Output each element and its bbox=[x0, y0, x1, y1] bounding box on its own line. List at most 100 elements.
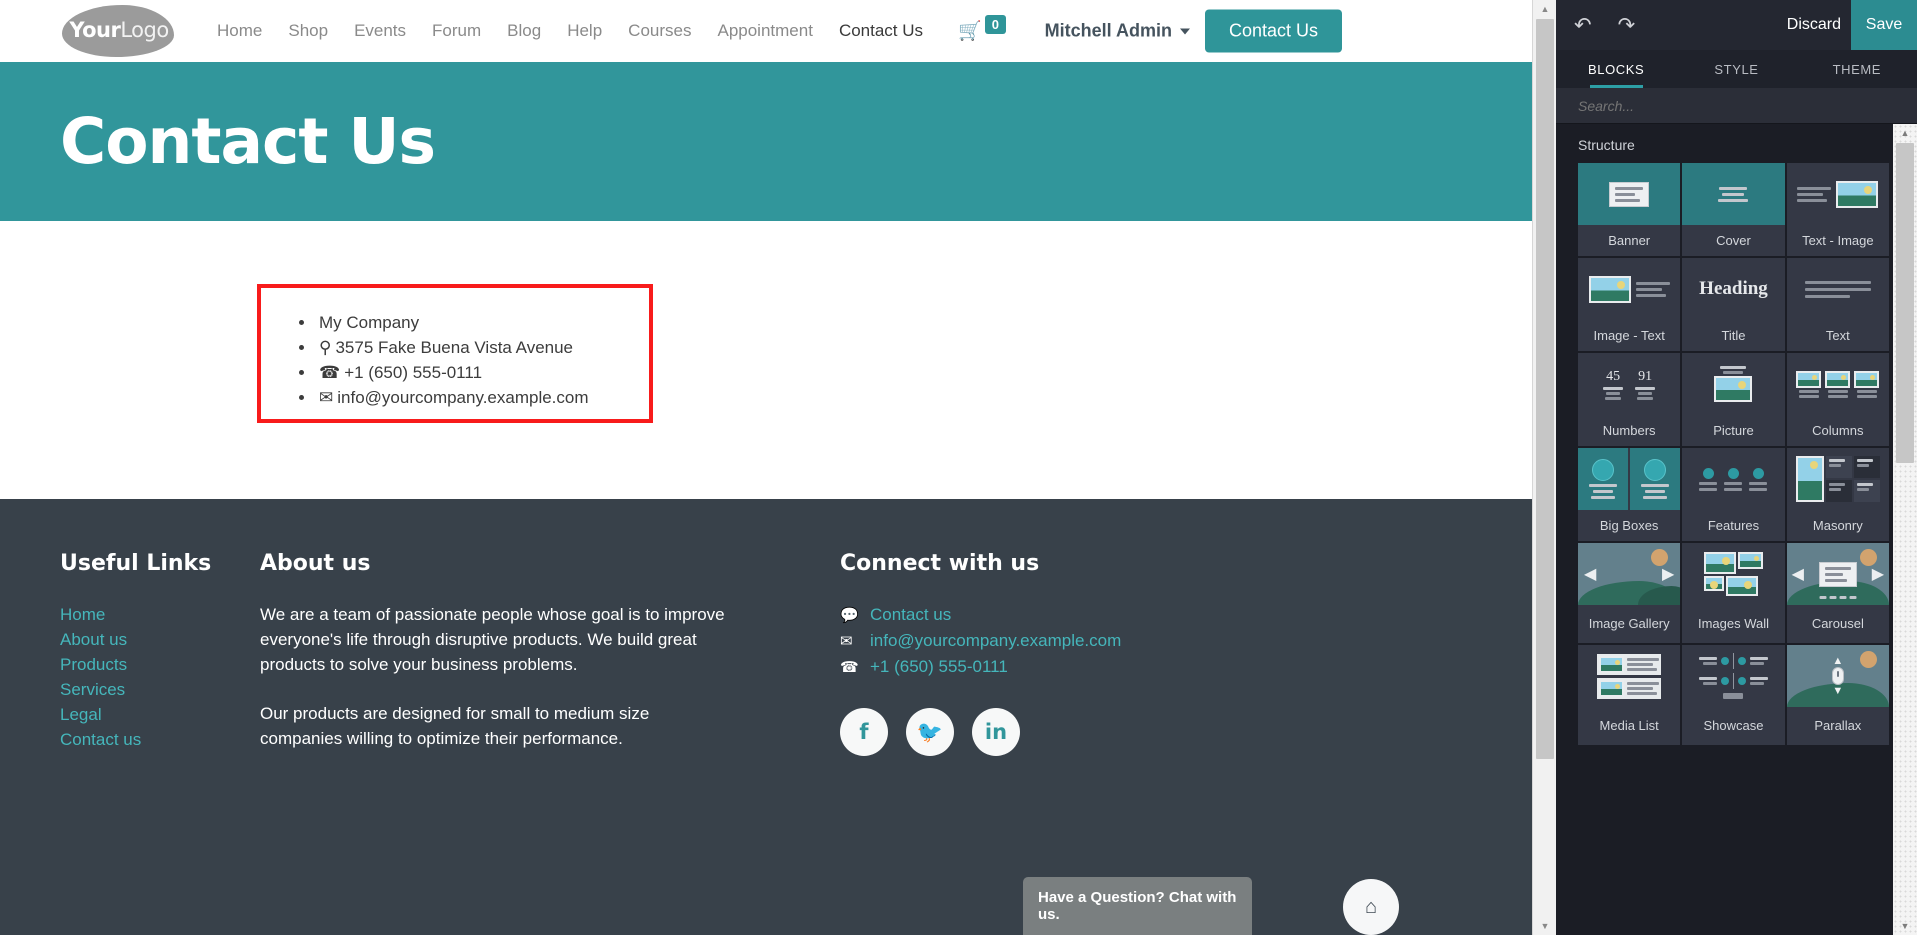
panel-scrollbar[interactable]: ▲ ▼ bbox=[1893, 124, 1917, 935]
panel-scrollbar-up-arrow-icon[interactable]: ▲ bbox=[1893, 124, 1917, 142]
nav-item-forum[interactable]: Forum bbox=[419, 13, 494, 49]
block-features[interactable]: Features bbox=[1682, 448, 1785, 541]
footer-link-legal[interactable]: Legal bbox=[60, 702, 260, 727]
block-big-boxes[interactable]: Big Boxes bbox=[1578, 448, 1681, 541]
block-thumbnail bbox=[1787, 353, 1889, 415]
nav-item-shop[interactable]: Shop bbox=[275, 13, 341, 49]
footer-link-home[interactable]: Home bbox=[60, 602, 260, 627]
block-masonry[interactable]: Masonry bbox=[1786, 448, 1889, 541]
carousel-prev-arrow-icon[interactable]: ◀ bbox=[1792, 564, 1804, 584]
nav-item-help[interactable]: Help bbox=[554, 13, 615, 49]
footer-phone-link[interactable]: +1 (650) 555-0111 bbox=[870, 654, 1008, 679]
block-showcase[interactable]: Showcase bbox=[1682, 645, 1785, 745]
gallery-prev-arrow-icon[interactable]: ◀ bbox=[1584, 564, 1596, 584]
block-thumbnail: ◀ ▶ bbox=[1578, 543, 1681, 605]
site-logo[interactable]: YourLogo bbox=[62, 3, 180, 59]
footer-link-about-us[interactable]: About us bbox=[60, 627, 260, 652]
site-navbar: YourLogo Home Shop Events Forum Blog Hel… bbox=[0, 0, 1532, 62]
site-footer: Useful Links Home About us Products Serv… bbox=[0, 499, 1532, 935]
block-thumbnail bbox=[1787, 448, 1889, 510]
chat-widget-button[interactable]: Have a Question? Chat with us. bbox=[1023, 877, 1252, 935]
block-cover[interactable]: Cover bbox=[1682, 163, 1785, 256]
block-thumbnail bbox=[1787, 163, 1889, 225]
block-thumbnail: ◀ ▶ bbox=[1786, 543, 1889, 605]
footer-link-products[interactable]: Products bbox=[60, 652, 260, 677]
main-menu: Home Shop Events Forum Blog Help Courses… bbox=[204, 13, 936, 49]
nav-item-blog[interactable]: Blog bbox=[494, 13, 554, 49]
numbers-value-a: 45 bbox=[1606, 368, 1621, 384]
medialist-glyph-icon bbox=[1597, 653, 1662, 699]
numbers-value-b: 91 bbox=[1638, 368, 1653, 384]
footer-email-row: ✉ info@yourcompany.example.com bbox=[840, 628, 1280, 654]
features-glyph-icon bbox=[1699, 467, 1768, 491]
block-label: Text bbox=[1825, 327, 1850, 343]
search-input[interactable] bbox=[1578, 97, 1884, 114]
panel-scrollbar-down-arrow-icon[interactable]: ▼ bbox=[1893, 917, 1917, 935]
tab-style[interactable]: STYLE bbox=[1676, 50, 1796, 88]
footer-contact-us-link[interactable]: Contact us bbox=[870, 602, 951, 627]
block-thumbnail bbox=[1578, 448, 1681, 510]
masonry-glyph-icon bbox=[1795, 456, 1880, 502]
block-text-image[interactable]: Text - Image bbox=[1786, 163, 1889, 256]
user-menu[interactable]: Mitchell Admin bbox=[1045, 21, 1190, 42]
nav-item-events[interactable]: Events bbox=[341, 13, 419, 49]
list-item: ✉info@yourcompany.example.com bbox=[316, 385, 649, 410]
blocks-section-title-structure: Structure bbox=[1578, 137, 1635, 153]
shopping-cart-icon: 🛒 bbox=[958, 21, 982, 42]
redo-icon[interactable]: ↷ bbox=[1618, 15, 1636, 36]
block-images-wall[interactable]: Images Wall bbox=[1682, 543, 1785, 643]
twitter-icon[interactable]: 🐦 bbox=[906, 708, 954, 756]
nav-item-contact-us[interactable]: Contact Us bbox=[826, 13, 936, 49]
navbar-contact-us-button[interactable]: Contact Us bbox=[1204, 9, 1342, 53]
facebook-icon[interactable]: f bbox=[840, 708, 888, 756]
nav-item-home[interactable]: Home bbox=[204, 13, 275, 49]
nav-item-appointment[interactable]: Appointment bbox=[704, 13, 825, 49]
block-banner[interactable]: Banner bbox=[1578, 163, 1681, 256]
browser-scrollbar[interactable]: ▲ ▼ bbox=[1532, 0, 1556, 935]
linkedin-icon[interactable]: in bbox=[972, 708, 1020, 756]
block-image-gallery[interactable]: ◀ ▶ Image Gallery bbox=[1578, 543, 1681, 643]
block-text[interactable]: Text bbox=[1786, 258, 1889, 351]
tab-blocks[interactable]: BLOCKS bbox=[1556, 50, 1676, 88]
scrollbar-down-arrow-icon[interactable]: ▼ bbox=[1533, 917, 1557, 935]
footer-phone-row: ☎ +1 (650) 555-0111 bbox=[840, 654, 1280, 680]
save-button[interactable]: Save bbox=[1851, 0, 1917, 50]
footer-email-link[interactable]: info@yourcompany.example.com bbox=[870, 628, 1121, 653]
discard-button[interactable]: Discard bbox=[1787, 0, 1841, 50]
block-numbers[interactable]: 45 91 Numbers bbox=[1578, 353, 1681, 446]
footer-about-column: About us We are a team of passionate peo… bbox=[260, 551, 730, 935]
block-columns[interactable]: Columns bbox=[1786, 353, 1889, 446]
gallery-next-arrow-icon[interactable]: ▶ bbox=[1662, 564, 1674, 584]
undo-icon[interactable]: ↶ bbox=[1574, 15, 1592, 36]
block-title[interactable]: Heading Title bbox=[1682, 258, 1785, 351]
block-media-list[interactable]: Media List bbox=[1578, 645, 1681, 745]
blocks-search-bar[interactable] bbox=[1556, 88, 1917, 124]
block-parallax[interactable]: ▲ ▼ Parallax bbox=[1786, 645, 1889, 745]
nav-item-courses[interactable]: Courses bbox=[615, 13, 704, 49]
editor-toolbar: ↶ ↷ Discard Save bbox=[1556, 0, 1917, 50]
scrollbar-up-arrow-icon[interactable]: ▲ bbox=[1533, 0, 1557, 18]
carousel-next-arrow-icon[interactable]: ▶ bbox=[1872, 564, 1884, 584]
footer-link-contact-us[interactable]: Contact us bbox=[60, 727, 260, 752]
block-label: Masonry bbox=[1812, 517, 1863, 533]
browser-scrollbar-thumb[interactable] bbox=[1536, 19, 1554, 759]
page-title: Contact Us bbox=[60, 105, 436, 178]
chevron-down-icon bbox=[1180, 28, 1190, 34]
contact-company-name: My Company bbox=[319, 313, 420, 332]
block-label: Banner bbox=[1608, 232, 1651, 248]
block-carousel[interactable]: ◀ ▶ Carousel bbox=[1786, 543, 1889, 643]
block-image-text[interactable]: Image - Text bbox=[1578, 258, 1681, 351]
cover-glyph-icon bbox=[1718, 186, 1749, 202]
scroll-to-top-button[interactable]: ⌂ bbox=[1343, 879, 1399, 935]
block-thumbnail bbox=[1578, 645, 1680, 707]
panel-scrollbar-thumb[interactable] bbox=[1896, 143, 1914, 463]
cart-button[interactable]: 🛒 0 bbox=[958, 14, 1006, 43]
block-picture[interactable]: Picture bbox=[1682, 353, 1785, 446]
block-label: Picture bbox=[1713, 422, 1754, 438]
contact-email: info@yourcompany.example.com bbox=[337, 388, 589, 407]
footer-link-services[interactable]: Services bbox=[60, 677, 260, 702]
block-label: Showcase bbox=[1703, 718, 1764, 733]
block-thumbnail bbox=[1682, 163, 1785, 225]
footer-connect-title: Connect with us bbox=[840, 551, 1040, 576]
tab-theme[interactable]: THEME bbox=[1797, 50, 1917, 88]
